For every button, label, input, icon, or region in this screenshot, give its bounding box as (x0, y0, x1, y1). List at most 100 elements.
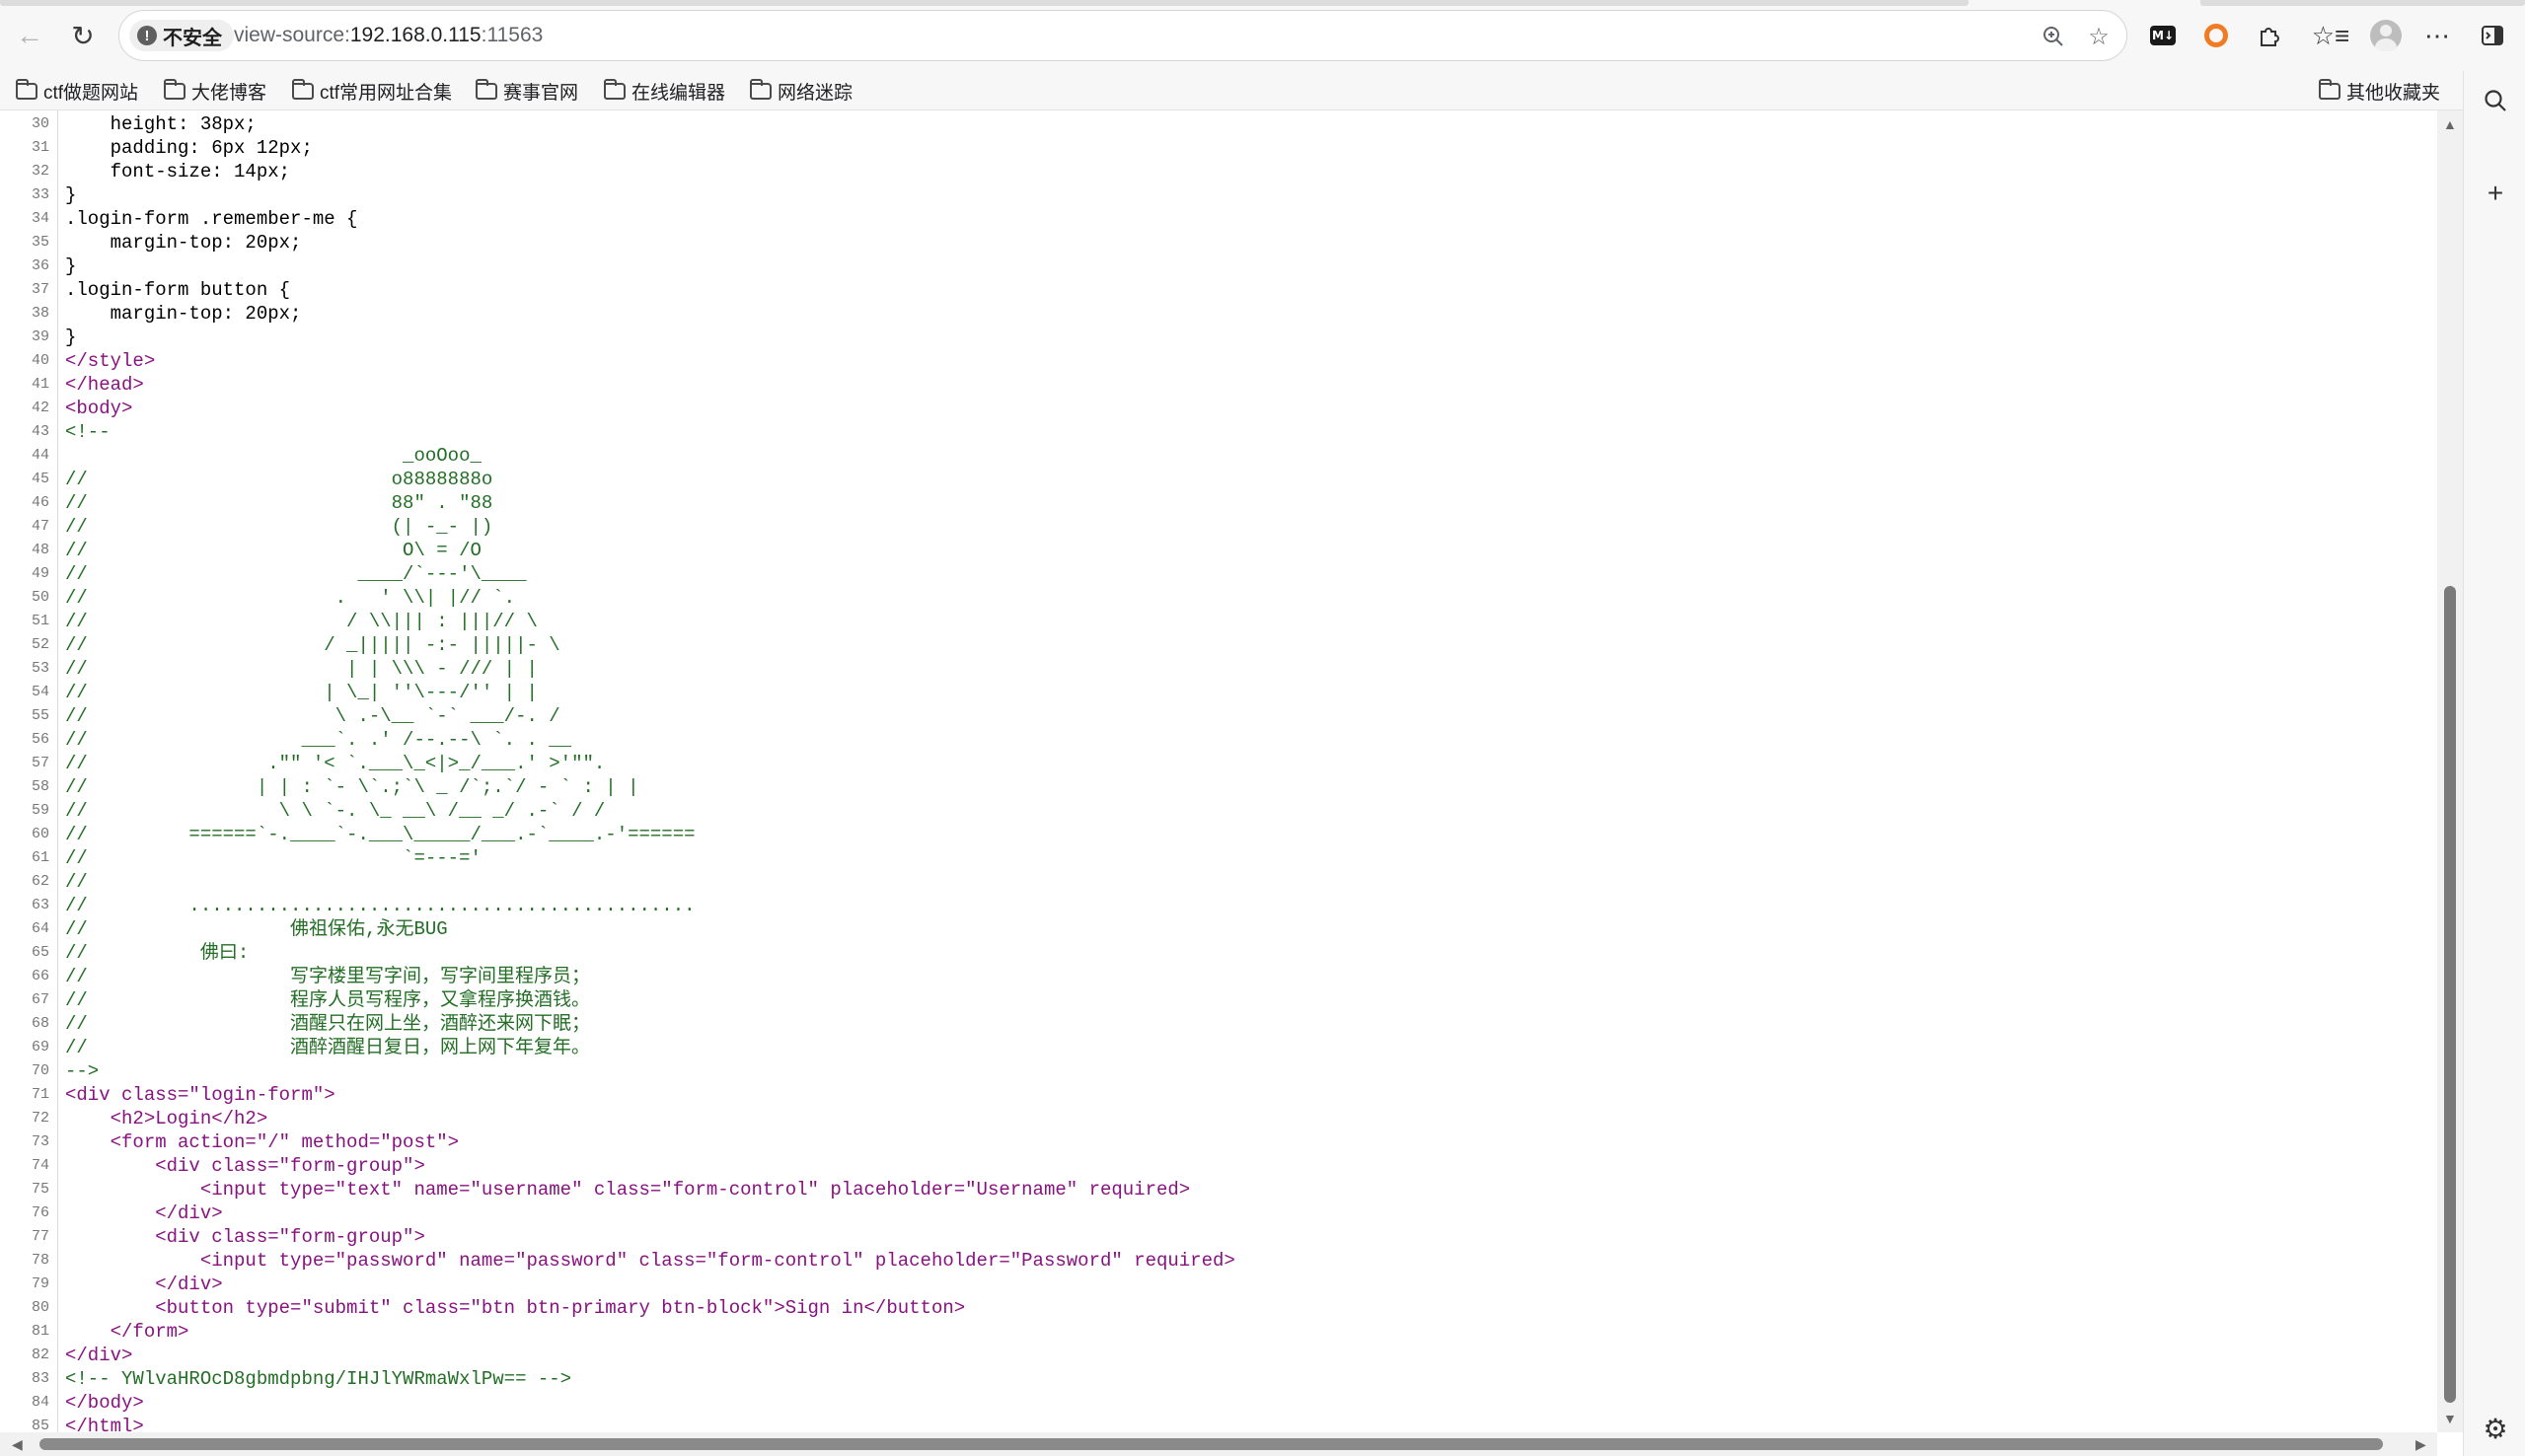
source-line: 65 // 佛曰: (0, 941, 2437, 965)
line-number: 41 (31, 376, 49, 393)
line-code: padding: 6px 12px; (65, 137, 313, 159)
source-line: 64 // 佛祖保佑,永无BUG (0, 917, 2437, 941)
line-number: 45 (31, 471, 49, 487)
bookmark-folder[interactable]: ctf做题网站 (16, 71, 138, 110)
source-line: 74 <div class="form-group"> (0, 1154, 2437, 1178)
line-code: <body> (65, 398, 133, 419)
back-icon: ← (16, 20, 43, 50)
address-bar[interactable]: ! 不安全 view-source:192.168.0.115:11563 ☆ (118, 10, 2127, 61)
line-number: 44 (31, 447, 49, 464)
source-view: 30 height: 38px; 31 padding: 6px 12px; 32 … (0, 110, 2437, 1432)
bookmark-folder[interactable]: 在线编辑器 (604, 71, 725, 110)
bookmark-folder[interactable]: 大佬博客 (164, 71, 266, 110)
source-line: 76 </div> (0, 1201, 2437, 1225)
line-number: 82 (31, 1347, 49, 1363)
markdown-extension-button[interactable]: M↓ (2143, 16, 2183, 55)
profile-button[interactable] (2366, 16, 2406, 55)
url-host: 192.168.0.115 (349, 24, 482, 46)
line-number: 37 (31, 281, 49, 298)
source-line: 49 // ____/`---'\____ (0, 562, 2437, 586)
line-code: // 酒醉酒醒日复日，网上网下年复年。 (65, 1037, 591, 1058)
line-number: 79 (31, 1275, 49, 1292)
sidebar-settings-button[interactable]: ⚙ (2474, 1407, 2517, 1450)
line-number: 35 (31, 234, 49, 251)
line-number: 36 (31, 257, 49, 274)
line-number: 73 (31, 1133, 49, 1150)
other-bookmarks-folder[interactable]: 其他收藏夹 (2319, 71, 2440, 110)
bookmark-folder[interactable]: 赛事官网 (476, 71, 578, 110)
orange-extension-icon (2204, 24, 2228, 47)
bookmark-folder[interactable]: ctf常用网址合集 (292, 71, 452, 110)
line-number: 74 (31, 1157, 49, 1174)
sidebar-add-button[interactable]: + (2474, 172, 2517, 215)
line-number: 68 (31, 1015, 49, 1032)
source-line: 34 .login-form .remember-me { (0, 207, 2437, 231)
source-line: 53 // | | \\\ - /// | | (0, 657, 2437, 681)
line-number: 43 (31, 423, 49, 440)
line-number: 59 (31, 802, 49, 819)
source-line: 73 <form action="/" method="post"> (0, 1130, 2437, 1154)
warning-icon: ! (137, 26, 157, 45)
line-code: <button type="submit" class="btn btn-pri… (65, 1297, 966, 1319)
line-number: 46 (31, 494, 49, 511)
line-code: // ___`. .' /--.--\ `. . __ (65, 729, 572, 751)
bookmark-label: 其他收藏夹 (2346, 82, 2441, 104)
line-number: 62 (31, 873, 49, 890)
edge-sidebar: + ⚙ (2463, 71, 2525, 1456)
horizontal-scrollbar[interactable]: ◀ ▶ (0, 1432, 2437, 1456)
add-icon: + (2487, 178, 2504, 208)
tab-indicator (2200, 0, 2525, 6)
line-code: } (65, 184, 77, 206)
zoom-button[interactable] (2038, 21, 2069, 52)
bookmark-label: 赛事官网 (503, 82, 579, 104)
scroll-right-icon[interactable]: ▶ (2415, 1436, 2426, 1453)
source-line: 81 </form> (0, 1320, 2437, 1344)
source-line: 44 _ooOoo_ (0, 444, 2437, 468)
profile-icon (2370, 20, 2402, 51)
line-number: 81 (31, 1323, 49, 1340)
line-code: // O\ = /O (65, 540, 482, 561)
scroll-up-icon[interactable]: ▲ (2443, 116, 2457, 132)
url-text[interactable]: view-source:192.168.0.115:11563 (234, 24, 543, 47)
orange-extension-button[interactable] (2196, 16, 2236, 55)
bookmark-label: 网络迷踪 (778, 82, 854, 104)
security-chip[interactable]: ! 不安全 (129, 20, 234, 51)
star-icon: ☆ (2088, 23, 2110, 50)
line-code: // ======`-.____`-.___\_____/___.-`____.… (65, 824, 696, 845)
scroll-left-icon[interactable]: ◀ (12, 1436, 23, 1453)
line-code: <!-- (65, 421, 111, 443)
line-code: </div> (65, 1345, 133, 1366)
back-button[interactable]: ← (8, 14, 51, 57)
sidebar-toggle-button[interactable] (2473, 16, 2512, 55)
line-code: .login-form button { (65, 279, 291, 301)
line-number: 60 (31, 826, 49, 842)
line-code: <div class="login-form"> (65, 1084, 335, 1106)
reload-button[interactable]: ↻ (61, 14, 105, 57)
source-line: 51 // / \\||| : |||// \ (0, 610, 2437, 633)
line-number: 65 (31, 944, 49, 961)
more-button[interactable]: ⋯ (2417, 16, 2457, 55)
bookmark-folder[interactable]: 网络迷踪 (750, 71, 853, 110)
vertical-scroll-thumb[interactable] (2444, 586, 2456, 1403)
favorite-button[interactable]: ☆ (2083, 21, 2115, 52)
sidebar-search-button[interactable] (2474, 79, 2517, 122)
line-code: margin-top: 20px; (65, 303, 302, 325)
line-code: </div> (65, 1274, 223, 1295)
source-line: 36} (0, 255, 2437, 278)
source-line: 32 font-size: 14px; (0, 160, 2437, 183)
line-code: // | | \\\ - /// | | (65, 658, 538, 680)
vertical-scrollbar[interactable]: ▲ ▼ (2437, 110, 2463, 1432)
line-code: .login-form .remember-me { (65, 208, 358, 230)
source-line: 56 // ___`. .' /--.--\ `. . __ (0, 728, 2437, 752)
favorites-button[interactable]: ☆≡ (2311, 16, 2350, 55)
horizontal-scroll-thumb[interactable] (39, 1438, 2383, 1450)
reload-icon: ↻ (71, 20, 95, 51)
scroll-down-icon[interactable]: ▼ (2443, 1411, 2457, 1426)
source-line: 66 // 写字楼里写字间，写字间里程序员； (0, 965, 2437, 988)
line-number: 40 (31, 352, 49, 369)
extensions-button[interactable] (2250, 16, 2289, 55)
line-code: // 佛祖保佑,永无BUG (65, 918, 448, 940)
folder-icon (604, 78, 626, 100)
line-code: </style> (65, 350, 156, 372)
line-code: } (65, 327, 77, 348)
